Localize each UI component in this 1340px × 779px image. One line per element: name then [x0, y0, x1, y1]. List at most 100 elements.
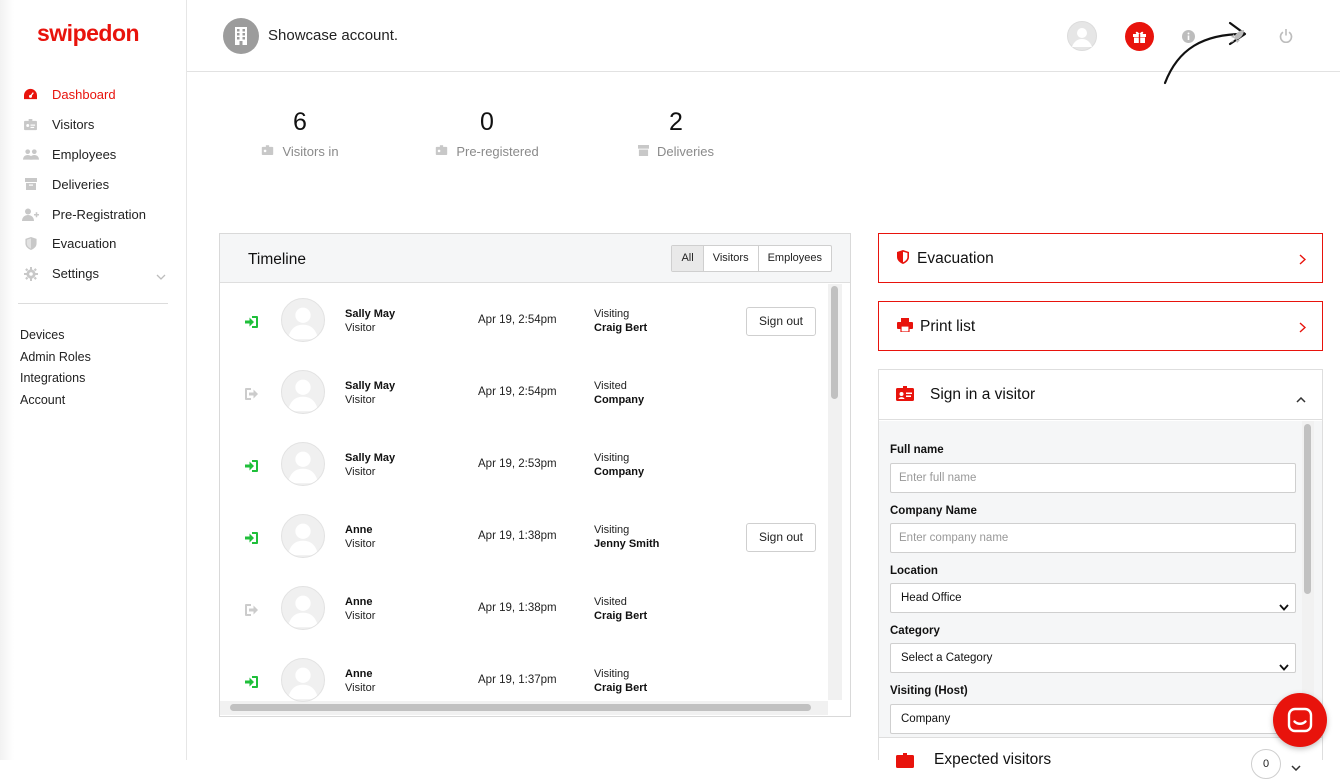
sidebar-item-evacuation[interactable]: Evacuation: [0, 229, 186, 259]
filter-visitors[interactable]: Visitors: [704, 246, 759, 271]
sidebar-item-label: Pre-Registration: [52, 206, 146, 222]
sidebar-link-admin-roles[interactable]: Admin Roles: [20, 346, 91, 368]
sign-out-button[interactable]: Sign out: [746, 523, 816, 552]
sign-in-icon: [245, 459, 258, 477]
gear-icon: [22, 266, 39, 281]
timeline-row[interactable]: Sally May Visitor Apr 19, 2:53pm Visiting Co…: [220, 428, 826, 500]
scrollbar-thumb[interactable]: [1304, 424, 1311, 594]
stat-label: Pre-registered: [456, 144, 539, 159]
print-list-card[interactable]: Print list: [878, 301, 1323, 351]
category-select[interactable]: Select a Category: [890, 643, 1296, 673]
stat-value: 6: [293, 108, 307, 136]
sign-in-visitor-form: Full name Enter full name Company Name E…: [879, 421, 1322, 737]
sign-in-icon: [245, 315, 258, 333]
info-icon[interactable]: [1173, 21, 1203, 51]
sidebar-link-account[interactable]: Account: [20, 389, 91, 411]
chevron-down-icon[interactable]: [156, 267, 166, 285]
sign-in-visitor-header[interactable]: Sign in a visitor: [879, 370, 1322, 420]
company-name-input[interactable]: Enter company name: [890, 523, 1296, 553]
timestamp: Apr 19, 1:38pm: [478, 602, 557, 614]
sidebar-item-label: Evacuation: [52, 236, 117, 252]
stat-visitors-in[interactable]: 6 Visitors in: [254, 108, 346, 159]
stat-deliveries[interactable]: 2 Deliveries: [634, 108, 718, 159]
expected-visitors-count: 0: [1251, 749, 1281, 779]
chevron-down-icon: [1279, 654, 1289, 682]
host-name: Craig Bert: [594, 322, 648, 334]
host-name: Company: [594, 394, 645, 406]
gift-icon[interactable]: [1125, 22, 1154, 51]
visitor-type: Visitor: [345, 322, 376, 334]
host-input[interactable]: Company: [890, 704, 1296, 734]
sidebar-item-employees[interactable]: Employees: [0, 140, 186, 170]
timeline-row[interactable]: Anne Visitor Apr 19, 1:38pm Visited Craig Be…: [220, 572, 826, 644]
visitor-name: Sally May: [345, 380, 396, 392]
form-scrollbar[interactable]: [1302, 421, 1314, 737]
location-label: Location: [890, 565, 938, 577]
sidebar-item-visitors[interactable]: Visitors: [0, 110, 186, 140]
sign-out-icon: [245, 603, 258, 621]
sidebar-item-label: Dashboard: [52, 87, 116, 103]
filter-all[interactable]: All: [672, 246, 704, 271]
chevron-down-icon: [1279, 594, 1289, 622]
print-list-label: Print list: [920, 318, 976, 335]
sidebar-item-settings[interactable]: Settings: [0, 259, 186, 289]
avatar: [281, 514, 325, 558]
vertical-scrollbar[interactable]: [828, 284, 842, 700]
chevron-right-icon: [1299, 320, 1307, 338]
expected-visitors-title: Expected visitors: [934, 751, 1052, 768]
avatar: [281, 442, 325, 486]
timestamp: Apr 19, 2:54pm: [478, 314, 557, 326]
building-icon: [223, 18, 259, 54]
scrollbar-thumb[interactable]: [831, 286, 838, 399]
id-card-icon: [896, 753, 914, 773]
full-name-input[interactable]: Enter full name: [890, 463, 1296, 493]
host-label: Visiting (Host): [890, 685, 968, 697]
chevron-down-icon[interactable]: [1291, 758, 1301, 776]
sign-in-visitor-panel: Sign in a visitor Full name Enter full n…: [878, 369, 1323, 779]
user-avatar-button[interactable]: [1067, 21, 1097, 51]
timestamp: Apr 19, 2:53pm: [478, 458, 557, 470]
visit-status: Visited: [594, 596, 627, 608]
stat-value: 2: [669, 108, 683, 136]
host-name: Company: [594, 466, 645, 478]
power-icon[interactable]: [1271, 21, 1301, 51]
expected-visitors-header[interactable]: Expected visitors 0: [879, 737, 1322, 779]
timeline-row[interactable]: Anne Visitor Apr 19, 1:38pm Visiting Jenny S…: [220, 500, 826, 572]
rocket-icon[interactable]: [1222, 21, 1252, 51]
sign-out-icon: [245, 387, 258, 405]
evacuation-card[interactable]: Evacuation: [878, 233, 1323, 283]
avatar: [281, 298, 325, 342]
sign-in-visitor-title: Sign in a visitor: [930, 386, 1036, 403]
sidebar-link-integrations[interactable]: Integrations: [20, 367, 91, 389]
location-select[interactable]: Head Office: [890, 583, 1296, 613]
visitor-type: Visitor: [345, 394, 376, 406]
sidebar-secondary-nav: Devices Admin Roles Integrations Account: [20, 324, 91, 411]
sidebar-link-devices[interactable]: Devices: [20, 324, 91, 346]
sidebar-item-dashboard[interactable]: Dashboard: [0, 80, 186, 110]
id-card-icon: [435, 144, 448, 159]
visitor-name: Sally May: [345, 308, 396, 320]
timeline-list[interactable]: Sally May Visitor Apr 19, 2:54pm Visiting Cr…: [220, 284, 850, 716]
visit-status: Visiting: [594, 668, 630, 680]
chat-launcher-button[interactable]: [1273, 693, 1327, 747]
full-name-label: Full name: [890, 444, 944, 456]
avatar: [281, 658, 325, 702]
visitor-type: Visitor: [345, 538, 376, 550]
timeline-row[interactable]: Anne Visitor Apr 19, 1:37pm Visiting Craig B…: [220, 644, 826, 716]
sidebar-item-pre-registration[interactable]: Pre-Registration: [0, 199, 186, 229]
sidebar-item-label: Visitors: [52, 117, 95, 133]
filter-employees[interactable]: Employees: [759, 246, 831, 271]
timeline-panel: Timeline All Visitors Employees Sally Ma…: [219, 233, 851, 717]
visit-status: Visiting: [594, 452, 630, 464]
stat-label: Deliveries: [656, 144, 715, 159]
sign-out-button[interactable]: Sign out: [746, 307, 816, 336]
host-name: Jenny Smith: [594, 538, 660, 550]
top-header: Showcase account.: [187, 0, 1340, 85]
swipedon-logo[interactable]: swipedon: [37, 20, 140, 47]
sidebar-item-deliveries[interactable]: Deliveries: [0, 169, 186, 199]
chevron-up-icon[interactable]: [1296, 390, 1306, 408]
box-icon: [637, 144, 649, 159]
timeline-row[interactable]: Sally May Visitor Apr 19, 2:54pm Visited Com…: [220, 356, 826, 428]
timeline-row[interactable]: Sally May Visitor Apr 19, 2:54pm Visiting Cr…: [220, 284, 826, 356]
stat-pre-registered[interactable]: 0 Pre-registered: [430, 108, 544, 159]
